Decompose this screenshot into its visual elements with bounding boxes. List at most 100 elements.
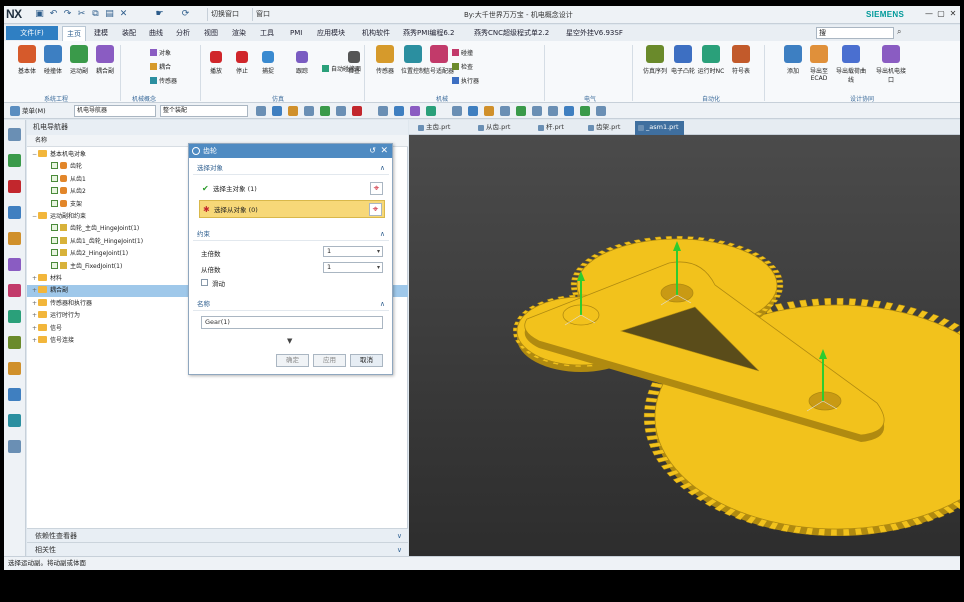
menu-tab[interactable]: 渲染 <box>228 26 250 41</box>
resource-icon[interactable] <box>8 128 21 141</box>
visibility-checkbox[interactable] <box>51 224 58 232</box>
select-master-row[interactable]: ✔ 选择主对象 (1) ⌖ <box>199 180 385 198</box>
menu-tab[interactable]: 建模 <box>90 26 112 41</box>
menu-tab[interactable]: 装配 <box>118 26 140 41</box>
menu-icon[interactable] <box>10 106 20 116</box>
ribbon-small-item[interactable]: 对象 <box>150 49 171 59</box>
menu-tab[interactable]: 主页 <box>62 26 86 41</box>
menu-tab[interactable]: 工具 <box>256 26 278 41</box>
ribbon-button[interactable]: 仿真序列 <box>640 45 670 75</box>
redo-icon[interactable]: ↷ <box>62 9 73 20</box>
toolbar-icon[interactable] <box>394 106 404 116</box>
visibility-checkbox[interactable] <box>51 174 58 182</box>
file-menu-button[interactable]: 文件(F) <box>6 26 58 40</box>
slave-ratio-input[interactable]: 1 ▾ <box>323 262 383 273</box>
cut-icon[interactable]: ✂ <box>76 9 87 20</box>
close-window-icon[interactable]: ✕ <box>948 9 958 19</box>
menu-button[interactable]: 菜单(M) <box>22 105 46 115</box>
toolbar-icon[interactable] <box>288 106 298 116</box>
resource-icon[interactable] <box>8 180 21 193</box>
visibility-checkbox[interactable] <box>51 199 58 207</box>
tree-item[interactable]: 从齿1 <box>51 174 86 186</box>
chevron-down-icon[interactable]: ▾ <box>377 263 380 272</box>
ribbon-button[interactable]: 信号适配器 <box>424 45 454 75</box>
tree-item[interactable]: 主齿_FixedJoint(1) <box>51 261 122 273</box>
toolbar-icon[interactable] <box>596 106 606 116</box>
tree-item[interactable]: 齿轮_主齿_HingeJoint(1) <box>51 223 139 235</box>
resource-icon[interactable] <box>8 154 21 167</box>
slip-checkbox[interactable] <box>201 279 208 286</box>
ribbon-button[interactable]: 运行时NC <box>696 45 726 75</box>
tree-folder[interactable]: + 信号 <box>31 323 62 335</box>
tree-folder[interactable]: + 材料 <box>31 273 62 285</box>
toolbar-icon[interactable] <box>548 106 558 116</box>
crosshair-icon[interactable]: ⌖ <box>370 182 383 195</box>
ribbon-button[interactable]: 电子凸轮 <box>668 45 698 75</box>
cancel-button[interactable]: 取消 <box>350 354 383 367</box>
toolbar-icon[interactable] <box>468 106 478 116</box>
resource-icon[interactable] <box>8 310 21 323</box>
copy-icon[interactable]: ⧉ <box>90 9 101 20</box>
document-tab[interactable]: _asm1.prt <box>635 121 684 135</box>
resource-icon[interactable] <box>8 414 21 427</box>
visibility-checkbox[interactable] <box>51 187 58 195</box>
maximize-icon[interactable]: ▢ <box>936 9 946 19</box>
document-tab[interactable]: 主齿.prt <box>415 121 455 135</box>
menu-tab[interactable]: 曲线 <box>145 26 167 41</box>
type-filter-select[interactable]: 机电导航器 <box>74 105 156 117</box>
dependency-viewer-section[interactable]: 依赖性查看器 ∨ <box>27 528 408 542</box>
toolbar-icon[interactable] <box>256 106 266 116</box>
more-options-icon[interactable]: ▼ <box>287 337 292 345</box>
expand-icon[interactable]: + <box>31 335 38 347</box>
paste-icon[interactable]: ▤ <box>104 9 115 20</box>
tree-item[interactable]: 从齿2_HingeJoint(1) <box>51 248 128 260</box>
touch-mode-icon[interactable]: ☛ <box>154 9 165 20</box>
ribbon-small-item[interactable]: 执行器 <box>452 77 479 87</box>
command-search-input[interactable]: 搜 <box>816 27 894 39</box>
ribbon-button[interactable]: 传感器 <box>370 45 400 75</box>
switch-window-button[interactable]: 切换窗口 <box>207 8 242 21</box>
document-tab[interactable]: 杆.prt <box>535 121 569 135</box>
visibility-checkbox[interactable] <box>51 261 58 269</box>
menu-tab[interactable]: 机构软件 <box>358 26 394 41</box>
master-ratio-input[interactable]: 1 ▾ <box>323 246 383 257</box>
simulation-button[interactable]: 播放 <box>204 45 228 75</box>
column-name[interactable]: 名称 <box>35 137 47 144</box>
ribbon-button[interactable]: 耦合副 <box>90 45 120 75</box>
relations-section[interactable]: 相关性 ∨ <box>27 542 408 556</box>
resource-icon[interactable] <box>8 336 21 349</box>
toolbar-icon[interactable] <box>516 106 526 116</box>
resource-icon[interactable] <box>8 232 21 245</box>
tree-item[interactable]: 齿轮 <box>51 161 82 173</box>
graphics-viewport[interactable] <box>409 135 960 556</box>
visibility-checkbox[interactable] <box>51 236 58 244</box>
ribbon-button[interactable]: 导出载荷曲线 <box>836 45 866 84</box>
window-menu-button[interactable]: 窗口 <box>252 8 273 21</box>
simulation-button[interactable]: 检查 <box>342 45 366 75</box>
toolbar-icon[interactable] <box>304 106 314 116</box>
tree-folder[interactable]: + 运行时行为 <box>31 310 80 322</box>
visibility-checkbox[interactable] <box>51 249 58 257</box>
close-icon[interactable]: ✕ <box>380 144 388 158</box>
expand-icon[interactable]: + <box>31 323 38 335</box>
menu-tab[interactable]: PMI <box>286 26 306 41</box>
reset-icon[interactable]: ↺ <box>369 144 376 158</box>
resource-icon[interactable] <box>8 206 21 219</box>
chevron-down-icon[interactable]: ▾ <box>377 247 380 256</box>
resource-icon[interactable] <box>8 388 21 401</box>
toolbar-icon[interactable] <box>272 106 282 116</box>
repeat-command-icon[interactable]: ⟳ <box>180 9 191 20</box>
select-objects-section[interactable]: 选择对象 ∧ <box>193 162 389 175</box>
tree-folder[interactable]: + 信号连接 <box>31 335 74 347</box>
expand-icon[interactable]: + <box>31 298 38 310</box>
simulation-button[interactable]: 跟踪 <box>290 45 314 75</box>
toolbar-icon[interactable] <box>532 106 542 116</box>
expand-icon[interactable]: + <box>31 285 38 297</box>
minimize-icon[interactable]: — <box>924 9 934 19</box>
tree-item[interactable]: 支架 <box>51 199 82 211</box>
toolbar-icon[interactable] <box>580 106 590 116</box>
ribbon-button[interactable]: 导出机电接口 <box>876 45 906 84</box>
toolbar-icon[interactable] <box>426 106 436 116</box>
toolbar-icon[interactable] <box>336 106 346 116</box>
ribbon-small-item[interactable]: 耦合 <box>150 63 171 73</box>
